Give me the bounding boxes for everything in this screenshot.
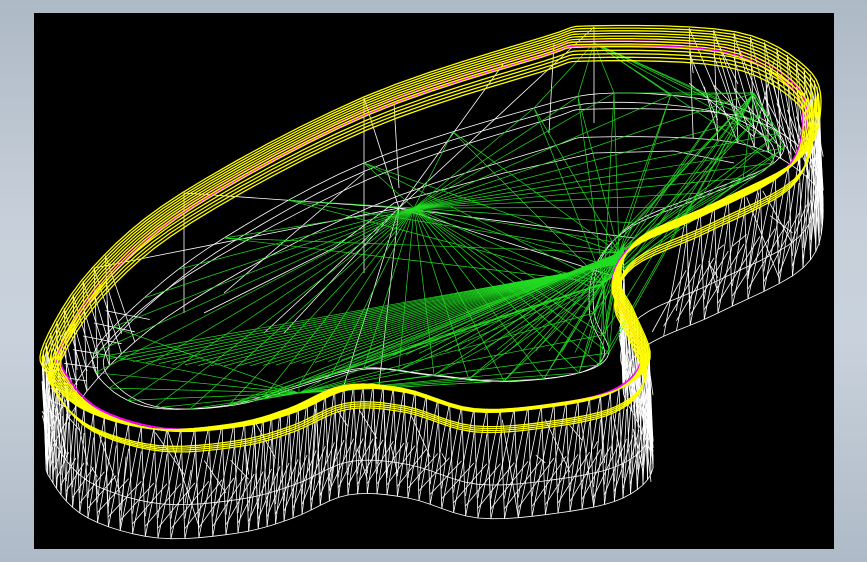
cad-window <box>0 0 867 562</box>
wireframe-model <box>39 24 824 540</box>
rim-contour-yellow <box>39 24 822 453</box>
mesh-edges-white <box>41 26 824 540</box>
model-viewport[interactable] <box>34 13 834 549</box>
